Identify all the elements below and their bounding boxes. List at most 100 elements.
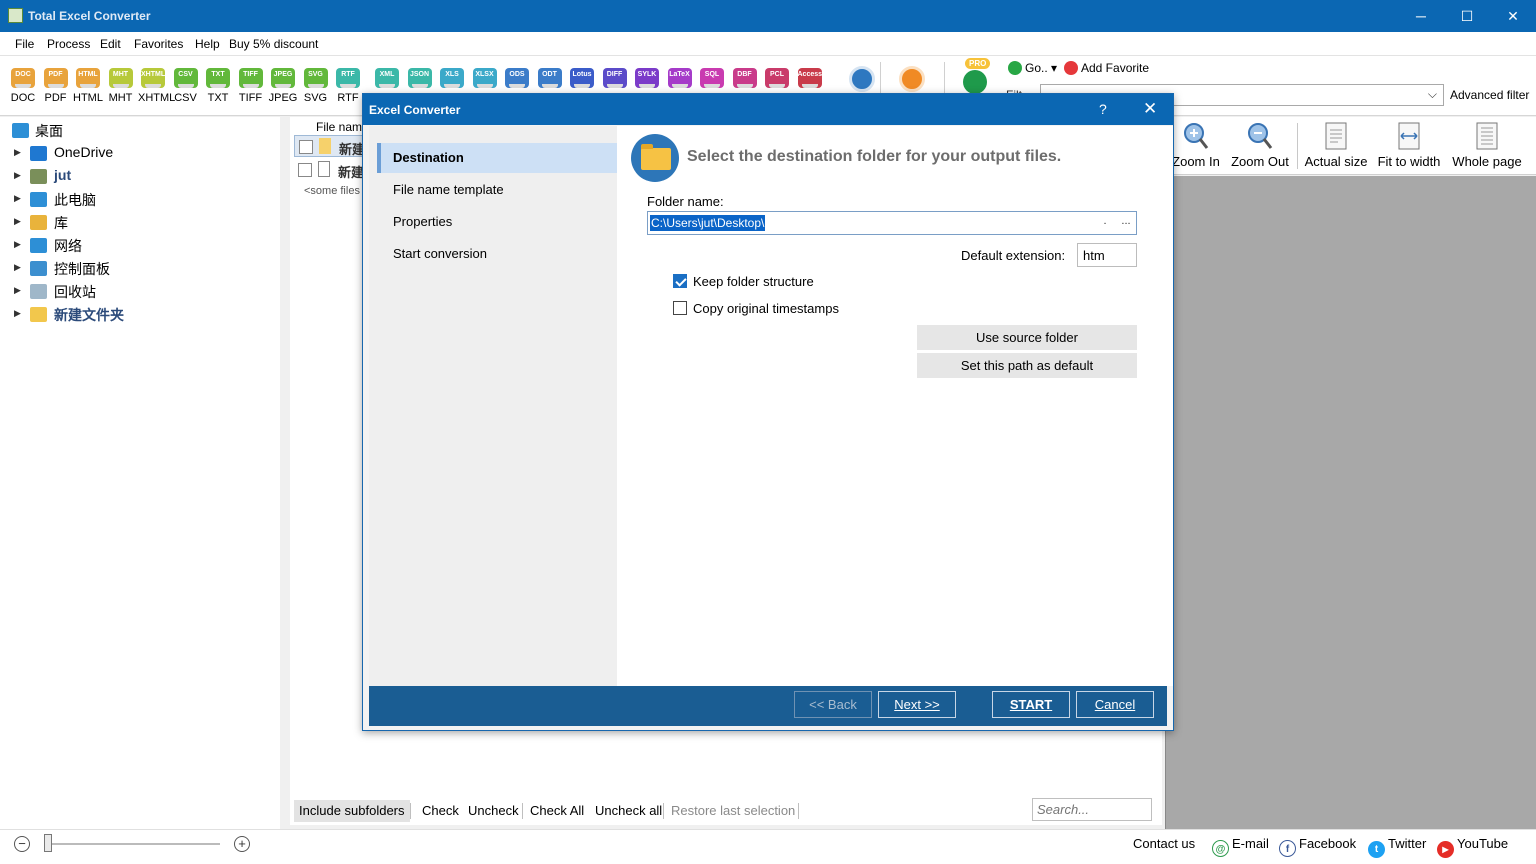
format-svg-button[interactable]: SVG SVG (301, 68, 331, 104)
format-lotus-button[interactable]: Lotus (567, 68, 597, 88)
schedule-icon[interactable] (899, 66, 925, 92)
format-json-button[interactable]: JSON (405, 68, 435, 88)
format-sql-button[interactable]: SQL (697, 68, 727, 88)
tree-item[interactable]: ▶ 新建文件夹 (0, 304, 270, 326)
zoom-in-slider-button[interactable]: + (234, 836, 250, 852)
twitter-link[interactable]: t Twitter (1368, 836, 1426, 858)
expand-arrow-icon[interactable]: ▶ (14, 285, 21, 296)
include-subfolders-button[interactable]: Include subfolders (294, 800, 410, 822)
check-all-button[interactable]: Check All (525, 800, 589, 822)
maximize-button[interactable]: ☐ (1444, 0, 1490, 32)
restore-selection-button[interactable]: Restore last selection (666, 800, 800, 822)
menu-help[interactable]: Help (195, 37, 220, 51)
use-source-folder-button[interactable]: Use source folder (917, 325, 1137, 350)
tree-item[interactable]: ▶ jut (0, 166, 270, 188)
format-ods-button[interactable]: ODS (502, 68, 532, 88)
zoom-out-button[interactable]: Zoom Out (1228, 121, 1292, 169)
zoom-slider-thumb[interactable] (44, 834, 52, 852)
tree-item[interactable]: ▶ 控制面板 (0, 258, 270, 280)
dialog-close-button[interactable]: ✕ (1143, 99, 1157, 119)
format-mht-button[interactable]: MHT MHT (106, 68, 136, 104)
tree-root-desktop[interactable]: 桌面 (0, 120, 270, 142)
browse-folder-button[interactable]: ... (1116, 215, 1136, 233)
expand-arrow-icon[interactable]: ▶ (14, 216, 21, 227)
panel-splitter[interactable] (280, 117, 290, 829)
column-header-filename[interactable]: File nam (316, 120, 362, 134)
format-rtf-button[interactable]: RTF RTF (333, 68, 363, 104)
menu-buy-discount[interactable]: Buy 5% discount (229, 37, 318, 51)
nav-file-name-template[interactable]: File name template (377, 175, 617, 205)
menu-bar: File Process Edit Favorites Help Buy 5% … (0, 32, 1536, 56)
format-sylk-button[interactable]: SYLK (632, 68, 662, 88)
file-checkbox[interactable] (298, 163, 312, 177)
expand-arrow-icon[interactable]: ▶ (14, 308, 21, 319)
go-button[interactable]: Go.. ▾ (1008, 61, 1057, 75)
close-window-button[interactable]: ✕ (1490, 0, 1536, 32)
minimize-button[interactable]: ─ (1398, 0, 1444, 32)
menu-favorites[interactable]: Favorites (134, 37, 183, 51)
tree-item[interactable]: ▶ OneDrive (0, 143, 270, 165)
tree-item[interactable]: ▶ 网络 (0, 235, 270, 257)
expand-arrow-icon[interactable]: ▶ (14, 262, 21, 273)
format-odt-button[interactable]: ODT (535, 68, 565, 88)
zoom-in-button[interactable]: Zoom In (1172, 121, 1220, 169)
search-input[interactable] (1032, 798, 1152, 821)
tree-item[interactable]: ▶ 此电脑 (0, 189, 270, 211)
facebook-link[interactable]: f Facebook (1279, 836, 1356, 857)
expand-arrow-icon[interactable]: ▶ (14, 170, 21, 181)
folder-name-input[interactable]: C:\Users\jut\Desktop\ . ... (647, 211, 1137, 235)
format-tiff-button[interactable]: TIFF TIFF (236, 68, 266, 104)
format-xls-button[interactable]: XLS (437, 68, 467, 88)
format-pdf-button[interactable]: PDF PDF (41, 68, 71, 104)
format-diff-button[interactable]: DIFF (600, 68, 630, 88)
folder-dot-button[interactable]: . (1096, 215, 1114, 233)
nav-start-conversion[interactable]: Start conversion (377, 239, 617, 269)
print-icon[interactable] (849, 66, 875, 92)
tree-item-icon (30, 261, 47, 276)
menu-process[interactable]: Process (47, 37, 90, 51)
tree-item[interactable]: ▶ 库 (0, 212, 270, 234)
expand-arrow-icon[interactable]: ▶ (14, 239, 21, 250)
add-favorite-button[interactable]: Add Favorite (1064, 61, 1149, 75)
format-csv-button[interactable]: CSV CSV (171, 68, 201, 104)
fit-width-button[interactable]: Fit to width (1376, 121, 1442, 169)
youtube-link[interactable]: ▶ YouTube (1437, 836, 1508, 858)
tree-item[interactable]: ▶ 回收站 (0, 281, 270, 303)
default-extension-input[interactable] (1077, 243, 1137, 267)
set-default-path-button[interactable]: Set this path as default (917, 353, 1137, 378)
contact-us-link[interactable]: Contact us (1133, 836, 1195, 851)
uncheck-all-button[interactable]: Uncheck all (590, 800, 667, 822)
start-button[interactable]: START (992, 691, 1070, 718)
expand-arrow-icon[interactable]: ▶ (14, 147, 21, 158)
uncheck-button[interactable]: Uncheck (463, 800, 524, 822)
back-button[interactable]: << Back (794, 691, 872, 718)
nav-properties[interactable]: Properties (377, 207, 617, 237)
file-checkbox[interactable] (299, 140, 313, 154)
format-html-button[interactable]: HTML HTML (73, 68, 103, 104)
help-button[interactable]: ? (1099, 101, 1107, 117)
menu-file[interactable]: File (15, 37, 34, 51)
nav-destination[interactable]: Destination (377, 143, 617, 173)
zoom-slider-track[interactable] (46, 843, 220, 845)
actual-size-button[interactable]: Actual size (1304, 121, 1368, 169)
advanced-filter-button[interactable]: Advanced filter (1450, 88, 1529, 102)
format-dbf-button[interactable]: DBF (730, 68, 760, 88)
cancel-button[interactable]: Cancel (1076, 691, 1154, 718)
format-xhtml-button[interactable]: XHTML XHTML (138, 68, 175, 104)
check-button[interactable]: Check (417, 800, 464, 822)
format-doc-button[interactable]: DOC DOC (8, 68, 38, 104)
expand-arrow-icon[interactable]: ▶ (14, 193, 21, 204)
format-jpeg-button[interactable]: JPEG JPEG (268, 68, 298, 104)
format-latex-button[interactable]: LaTeX (665, 68, 695, 88)
zoom-out-slider-button[interactable]: − (14, 836, 30, 852)
whole-page-button[interactable]: Whole page (1450, 121, 1524, 169)
format-xlsx-button[interactable]: XLSX (470, 68, 500, 88)
format-txt-button[interactable]: TXT TXT (203, 68, 233, 104)
email-link[interactable]: @ E-mail (1212, 836, 1269, 857)
excel-pro-icon[interactable] (963, 70, 987, 94)
format-xml-button[interactable]: XML (372, 68, 402, 88)
menu-edit[interactable]: Edit (100, 37, 121, 51)
format-access-button[interactable]: Access (795, 68, 825, 88)
next-button[interactable]: Next >> (878, 691, 956, 718)
format-pcl-button[interactable]: PCL (762, 68, 792, 88)
